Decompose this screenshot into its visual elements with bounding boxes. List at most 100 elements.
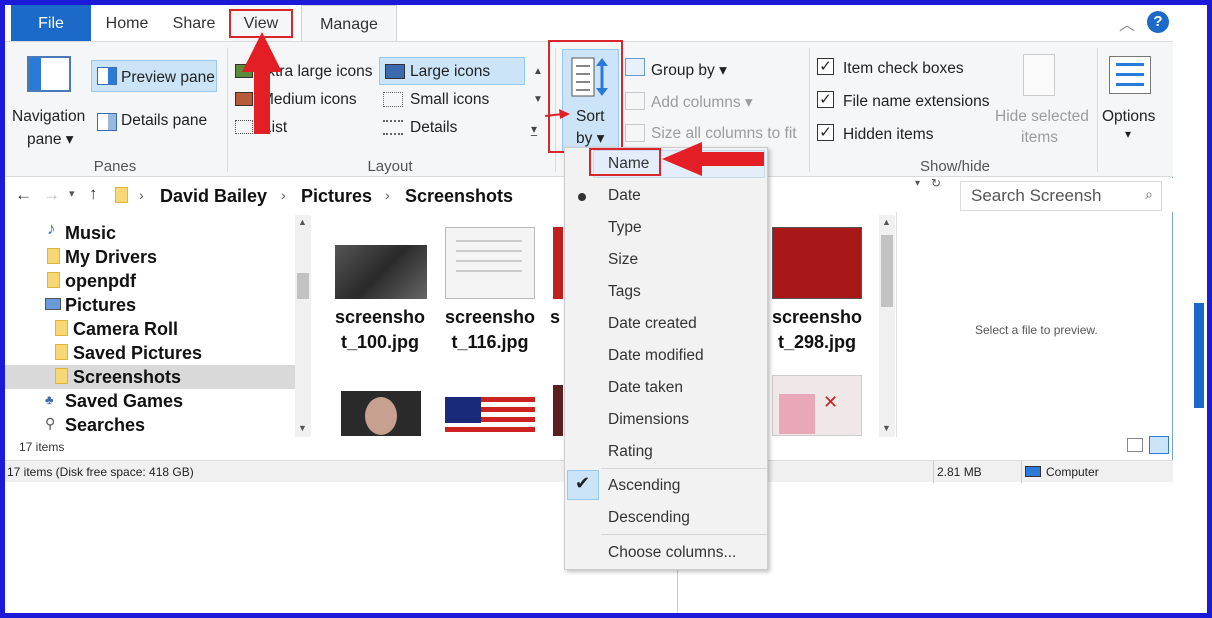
add-columns-button[interactable]: Add columns ▾ <box>651 93 753 112</box>
thumbnail-image[interactable] <box>445 397 535 436</box>
menu-item-type[interactable]: Type <box>608 219 642 237</box>
ribbon-separator <box>809 48 810 172</box>
menu-item-date-created[interactable]: Date created <box>608 315 697 333</box>
content-scroll-thumb[interactable] <box>881 235 893 307</box>
item-check-boxes-checkbox[interactable]: ✓ <box>817 58 834 75</box>
navigation-pane-button-line2[interactable]: pane ▾ <box>27 130 74 149</box>
thumbnail-image[interactable] <box>553 227 563 299</box>
scroll-down-icon[interactable]: ▼ <box>298 423 307 433</box>
nav-pane-scrollbar[interactable]: ▲ ▼ <box>295 215 311 437</box>
nav-item-searches[interactable]: Searches <box>65 415 145 436</box>
scroll-down-icon[interactable]: ▼ <box>882 423 891 433</box>
navigation-pane-button[interactable]: Navigation <box>12 108 85 126</box>
nav-item-my-drivers[interactable]: My Drivers <box>65 247 157 268</box>
scroll-up-icon[interactable]: ▲ <box>882 217 891 227</box>
layout-scroll-up[interactable]: ▲ <box>533 66 543 77</box>
hide-selected-button-line2[interactable]: items <box>1021 129 1058 147</box>
file-name[interactable]: screensho t_298.jpg <box>762 305 872 355</box>
help-icon[interactable]: ? <box>1147 11 1169 33</box>
preview-pane-message: Select a file to preview. <box>975 323 1098 337</box>
file-name-extensions-checkbox[interactable]: ✓ <box>817 91 834 108</box>
nav-item-camera-roll[interactable]: Camera Roll <box>73 319 178 340</box>
breadcrumb-screenshots[interactable]: Screenshots <box>405 186 513 207</box>
hidden-items-checkbox[interactable]: ✓ <box>817 124 834 141</box>
group-by-button[interactable]: Group by ▾ <box>651 61 727 80</box>
small-icons-icon <box>383 92 403 107</box>
file-name[interactable]: screensho t_116.jpg <box>435 305 545 355</box>
refresh-icon[interactable]: ↻ <box>931 176 941 190</box>
minimize-ribbon-icon[interactable]: ︿ <box>1119 11 1135 35</box>
nav-item-music[interactable]: Music <box>65 223 116 244</box>
menu-item-date-taken[interactable]: Date taken <box>608 379 683 397</box>
pictures-icon <box>45 298 61 310</box>
side-accent-bar <box>1194 303 1204 408</box>
details-view-icon[interactable] <box>1127 438 1143 452</box>
breadcrumb-david-bailey[interactable]: David Bailey <box>160 186 267 207</box>
breadcrumb-separator: › <box>385 187 390 203</box>
searches-icon: ⚲ <box>45 415 56 431</box>
menu-item-choose-columns[interactable]: Choose columns... <box>608 544 736 562</box>
scroll-up-icon[interactable]: ▲ <box>298 217 307 227</box>
up-icon[interactable]: ↑ <box>89 184 98 204</box>
folder-icon <box>47 272 60 288</box>
address-dropdown-icon[interactable]: ▾ <box>915 178 920 189</box>
nav-item-saved-pictures[interactable]: Saved Pictures <box>73 343 202 364</box>
back-icon[interactable]: ← <box>15 185 32 205</box>
menu-separator <box>601 468 767 469</box>
menu-item-date-modified[interactable]: Date modified <box>608 347 704 365</box>
menu-item-dimensions[interactable]: Dimensions <box>608 411 689 429</box>
menu-item-descending[interactable]: Descending <box>608 509 690 527</box>
nav-item-pictures[interactable]: Pictures <box>65 295 136 316</box>
search-input[interactable]: Search Screensh ⌕ <box>960 181 1162 211</box>
preview-pane-icon <box>97 67 117 85</box>
breadcrumb-pictures[interactable]: Pictures <box>301 186 372 207</box>
thumbnail-image[interactable]: ✕ <box>772 375 862 436</box>
menu-item-size[interactable]: Size <box>608 251 638 269</box>
breadcrumb-separator: › <box>281 187 286 203</box>
forward-icon[interactable]: → <box>43 185 60 205</box>
details-pane-button[interactable]: Details pane <box>121 112 207 130</box>
nav-item-screenshots[interactable]: Screenshots <box>73 367 181 388</box>
small-icons-option[interactable]: Small icons <box>410 91 489 109</box>
thumbnail-image[interactable] <box>553 385 563 436</box>
nav-item-saved-games[interactable]: Saved Games <box>65 391 183 412</box>
menu-separator <box>601 534 767 535</box>
nav-scroll-thumb[interactable] <box>297 273 309 299</box>
menu-item-rating[interactable]: Rating <box>608 443 653 461</box>
show-hide-group-label: Show/hide <box>919 158 991 175</box>
folder-icon <box>47 248 60 264</box>
folder-icon <box>55 368 68 384</box>
hide-selected-button[interactable]: Hide selected <box>995 108 1089 126</box>
recent-locations-icon[interactable]: ▾ <box>69 187 75 200</box>
menu-gutter <box>565 148 601 569</box>
status-size: 2.81 MB <box>937 465 982 479</box>
tab-home[interactable]: Home <box>95 5 159 41</box>
file-name-extensions-label: File name extensions <box>843 93 990 110</box>
menu-item-ascending[interactable]: Ascending <box>608 477 680 495</box>
options-dropdown-arrow[interactable]: ▾ <box>1125 127 1131 141</box>
tab-share[interactable]: Share <box>161 5 227 41</box>
search-icon: ⌕ <box>1145 186 1153 202</box>
menu-item-date[interactable]: Date <box>608 187 641 205</box>
status-disk-space: 17 items (Disk free space: 418 GB) <box>7 465 194 479</box>
details-option[interactable]: Details <box>410 119 457 137</box>
tab-manage[interactable]: Manage <box>301 5 397 42</box>
thumbnail-image[interactable] <box>772 227 862 299</box>
tab-file[interactable]: File <box>11 5 91 41</box>
nav-item-openpdf[interactable]: openpdf <box>65 271 136 292</box>
large-icons-view-icon[interactable] <box>1149 436 1169 454</box>
menu-item-tags[interactable]: Tags <box>608 283 641 301</box>
content-scrollbar[interactable]: ▲ ▼ <box>879 215 895 437</box>
music-icon: ♪ <box>47 219 56 238</box>
thumbnail-image[interactable] <box>341 391 421 436</box>
file-name[interactable]: screensho t_100.jpg <box>325 305 435 355</box>
options-icon <box>1109 56 1151 94</box>
thumbnail-image[interactable] <box>335 245 427 299</box>
layout-scroll-down[interactable]: ▼ <box>533 94 543 105</box>
layout-expand[interactable]: ▾̲ <box>531 122 537 136</box>
details-icon <box>383 120 403 135</box>
check-icon: ✔ <box>575 473 591 493</box>
options-button[interactable]: Options <box>1102 108 1155 126</box>
thumbnail-image[interactable] <box>445 227 535 299</box>
status-divider <box>933 461 934 483</box>
